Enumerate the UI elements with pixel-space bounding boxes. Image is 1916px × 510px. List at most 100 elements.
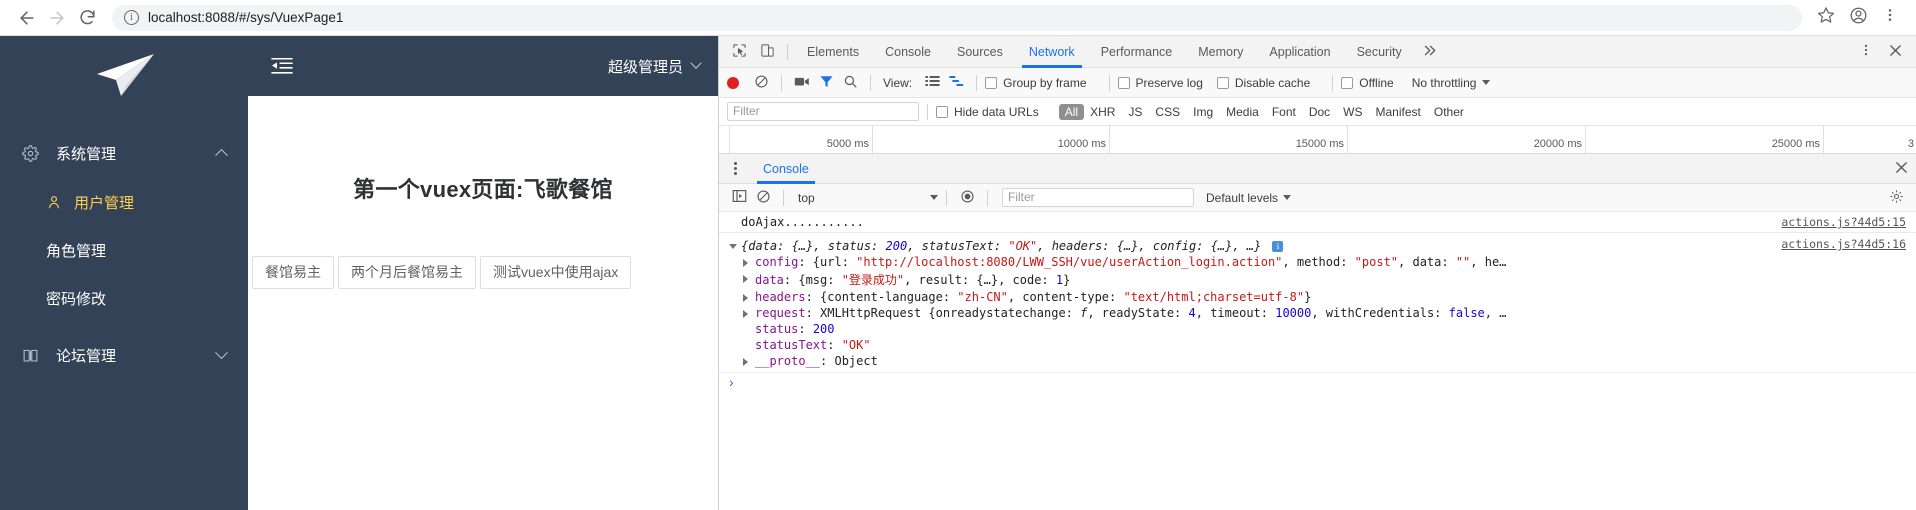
tab-security[interactable]: Security (1344, 36, 1415, 68)
view-waterfall-button[interactable] (944, 72, 968, 94)
back-button[interactable] (12, 3, 42, 33)
disclosure-triangle-icon[interactable] (743, 358, 748, 366)
more-tabs-button[interactable] (1415, 36, 1446, 68)
change-owner-button[interactable]: 餐馆易主 (252, 256, 334, 290)
console-object-property[interactable]: data: {msg: "登录成功", result: {…}, code: 1… (719, 270, 1916, 289)
throttling-value[interactable]: No throttling (1412, 76, 1477, 90)
filter-type-ws[interactable]: WS (1343, 105, 1362, 119)
address-bar[interactable]: i localhost:8088/#/sys/VuexPage1 (112, 4, 1802, 31)
record-dot-icon[interactable] (727, 76, 739, 89)
tab-sources[interactable]: Sources (944, 36, 1016, 68)
menu-fold-icon[interactable] (270, 56, 294, 76)
checkbox-box (1117, 76, 1130, 89)
console-object-property[interactable]: __proto__: Object (719, 353, 1916, 369)
search-button[interactable] (838, 72, 862, 94)
console-context-select[interactable]: top (798, 191, 938, 205)
property-key: headers (755, 290, 806, 304)
info-badge-icon[interactable]: i (1272, 241, 1284, 252)
user-name: 超级管理员 (607, 58, 683, 76)
filter-type-manifest[interactable]: Manifest (1376, 105, 1421, 119)
console-object-property[interactable]: request: XMLHttpRequest {onreadystatecha… (719, 305, 1916, 321)
tab-network[interactable]: Network (1016, 36, 1088, 68)
console-object-property[interactable]: headers: {content-language: "zh-CN", con… (719, 289, 1916, 305)
checkbox-label: Offline (1359, 75, 1394, 90)
view-list-button[interactable] (920, 72, 944, 94)
drawer-close-button[interactable] (1887, 161, 1916, 177)
filter-type-all[interactable]: All (1058, 103, 1085, 120)
drawer-tab-console[interactable]: Console (751, 154, 821, 184)
reload-button[interactable] (72, 3, 102, 33)
devtools-close-button[interactable] (1881, 44, 1910, 60)
browser-menu-button[interactable] (1876, 4, 1904, 32)
console-settings-button[interactable] (1889, 189, 1908, 207)
sidebar-item-user-management[interactable]: 用户管理 (0, 178, 248, 226)
sidebar-group-system[interactable]: 系统管理 (0, 128, 248, 178)
clear-network-button[interactable] (749, 72, 773, 94)
timeline-tick-label: 10000 ms (1057, 138, 1106, 150)
sidebar-item-password-change[interactable]: 密码修改 (0, 274, 248, 322)
book-icon (22, 347, 44, 364)
checkbox-disable-cache[interactable]: Disable cache (1216, 76, 1310, 90)
filter-type-font[interactable]: Font (1272, 105, 1296, 119)
console-filter-input[interactable]: Filter (1002, 188, 1194, 207)
filter-type-js[interactable]: JS (1128, 105, 1142, 119)
console-sidebar-toggle-button[interactable] (727, 187, 751, 209)
profile-button[interactable] (1844, 4, 1872, 32)
app-content: 第一个vuex页面:飞歌餐馆 餐馆易主 两个月后餐馆易主 测试vuex中使用aj… (248, 172, 718, 290)
inspect-element-button[interactable] (725, 39, 753, 65)
bookmark-button[interactable] (1812, 4, 1840, 32)
filter-toggle-button[interactable] (814, 72, 838, 94)
tab-console[interactable]: Console (872, 36, 944, 68)
filter-type-img[interactable]: Img (1193, 105, 1213, 119)
tab-performance[interactable]: Performance (1088, 36, 1186, 68)
checkbox-offline[interactable]: Offline (1341, 75, 1394, 90)
console-object-property[interactable]: config: {url: "http://localhost:8080/LWW… (719, 254, 1916, 270)
forward-button[interactable] (42, 3, 72, 33)
console-drawer-header: Console (719, 154, 1916, 184)
chevron-down-icon[interactable] (1482, 80, 1491, 85)
test-vuex-ajax-button[interactable]: 测试vuex中使用ajax (480, 256, 632, 290)
clear-circle-slash-icon (756, 189, 771, 207)
capture-screenshots-button[interactable] (790, 72, 814, 94)
checkbox-group-by-frame[interactable]: Group by frame (985, 76, 1087, 90)
sidebar-group-forum[interactable]: 论坛管理 (0, 330, 248, 380)
screen: i localhost:8088/#/sys/VuexPage1 系统管理 用户… (0, 0, 1916, 510)
console-source-link[interactable]: actions.js?44d5:15 (1781, 215, 1906, 229)
kebab-menu-icon[interactable] (727, 162, 743, 175)
device-toolbar-button[interactable] (753, 39, 781, 65)
live-expression-button[interactable] (955, 187, 979, 209)
console-clear-button[interactable] (751, 187, 775, 209)
checkbox-preserve-log[interactable]: Preserve log (1117, 76, 1203, 90)
divider (783, 189, 784, 206)
divider (781, 74, 782, 91)
info-circle-icon[interactable]: i (124, 10, 139, 25)
console-prompt[interactable] (719, 373, 1916, 390)
tab-elements[interactable]: Elements (794, 36, 872, 68)
filter-type-css[interactable]: CSS (1155, 105, 1180, 119)
divider (1332, 74, 1334, 91)
paper-plane-logo (91, 51, 157, 99)
change-owner-delayed-button[interactable]: 两个月后餐馆易主 (338, 256, 476, 290)
chevron-down-icon (1283, 195, 1292, 200)
disclosure-triangle-icon[interactable] (743, 259, 748, 267)
filter-type-other[interactable]: Other (1434, 105, 1464, 119)
clear-circle-slash-icon (754, 74, 769, 92)
filter-type-media[interactable]: Media (1226, 105, 1259, 119)
filter-type-doc[interactable]: Doc (1309, 105, 1330, 119)
network-filter-input[interactable]: Filter (727, 102, 919, 121)
disclosure-triangle-icon[interactable] (743, 275, 748, 283)
disclosure-triangle-icon[interactable] (743, 310, 748, 318)
checkbox-hide-data-urls[interactable]: Hide data URLs (936, 105, 1039, 119)
console-log-text: doAjax........... (741, 215, 864, 229)
console-log-area[interactable]: doAjax........... actions.js?44d5:15 act… (719, 212, 1916, 462)
disclosure-triangle-icon[interactable] (729, 244, 737, 253)
devtools-settings-button[interactable] (1851, 43, 1881, 60)
filter-type-xhr[interactable]: XHR (1090, 105, 1115, 119)
console-levels-select[interactable]: Default levels (1206, 191, 1292, 205)
tab-memory[interactable]: Memory (1185, 36, 1256, 68)
user-menu[interactable]: 超级管理员 (607, 56, 702, 77)
console-object-summary[interactable]: {data: {…}, status: 200, statusText: "OK… (719, 238, 1916, 254)
disclosure-triangle-icon[interactable] (743, 294, 748, 302)
sidebar-item-role-management[interactable]: 角色管理 (0, 226, 248, 274)
tab-application[interactable]: Application (1256, 36, 1343, 68)
